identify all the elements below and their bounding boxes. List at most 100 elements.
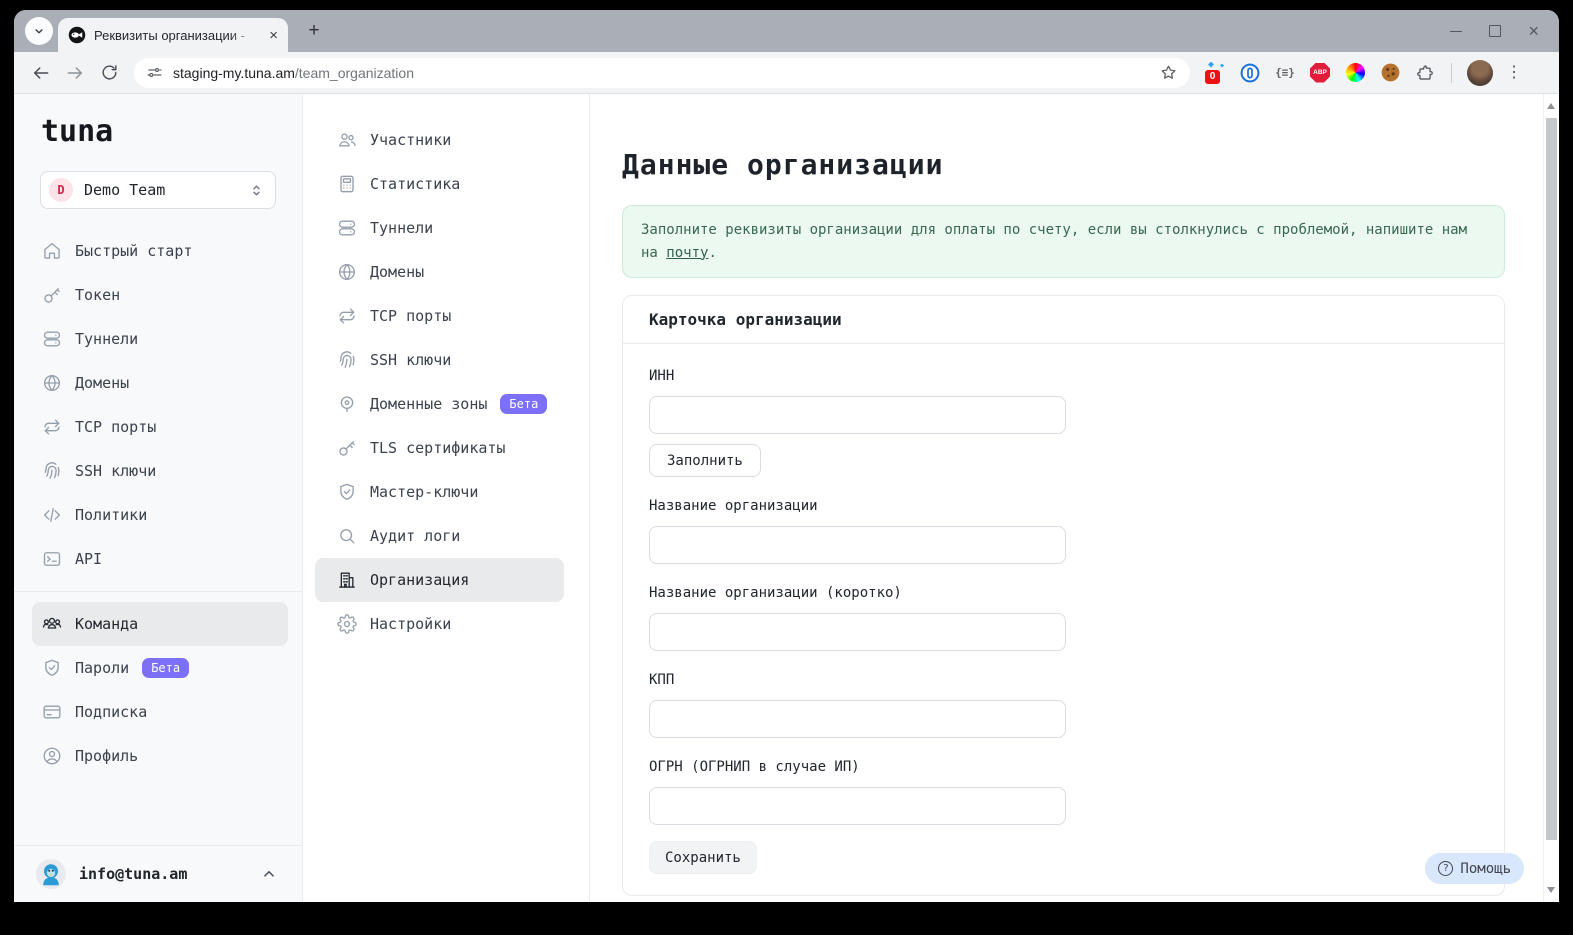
help-button[interactable]: ? Помощь <box>1425 853 1524 884</box>
chevron-up-icon <box>260 865 278 883</box>
team-menu-item-domain-zones[interactable]: Доменные зоныБета <box>315 382 564 426</box>
scrollbar-down-arrow[interactable] <box>1547 887 1555 893</box>
fingerprint-icon <box>337 350 357 370</box>
maximize-button[interactable] <box>1489 25 1501 37</box>
team-menu-item-members-label: Участники <box>370 131 451 149</box>
mail-link[interactable]: почту <box>666 245 708 261</box>
team-name: Demo Team <box>84 181 165 199</box>
team-menu-item-domains[interactable]: Домены <box>315 250 564 294</box>
team-selector[interactable]: D Demo Team <box>40 171 276 209</box>
field-label-org-name-short: Название организации (коротко) <box>649 585 1478 601</box>
sidebar-item-profile[interactable]: Профиль <box>32 734 288 778</box>
ublock-extension-icon[interactable]: 0 <box>1204 62 1226 84</box>
browser-toolbar: staging-my.tuna.am/team_organization 0 {… <box>14 52 1559 94</box>
team-menu-item-tcp-ports[interactable]: TCP порты <box>315 294 564 338</box>
shield-icon <box>337 482 357 502</box>
user-account-row[interactable]: info@tuna.am <box>14 845 302 902</box>
tuna-logo: tuna <box>41 114 302 149</box>
tab-title: Реквизиты организации - t <box>94 28 246 43</box>
sidebar-item-api[interactable]: API <box>32 537 288 581</box>
team-menu-item-audit-logs[interactable]: Аудит логи <box>315 514 564 558</box>
team-menu-item-tunnels[interactable]: Туннели <box>315 206 564 250</box>
sidebar-item-profile-label: Профиль <box>75 747 138 765</box>
ublock-badge: 0 <box>1205 70 1220 84</box>
org-name-input[interactable] <box>649 526 1066 564</box>
sidebar-item-subscription-label: Подписка <box>75 703 147 721</box>
extensions-menu-button[interactable] <box>1414 62 1436 84</box>
team-menu-item-tunnels-label: Туннели <box>370 219 433 237</box>
globe-icon <box>42 373 62 393</box>
sidebar-item-subscription[interactable]: Подписка <box>32 690 288 734</box>
inn-input[interactable] <box>649 396 1066 434</box>
sidebar-item-token[interactable]: Токен <box>32 273 288 317</box>
braces-label: {≡} <box>1275 66 1295 79</box>
card-body: ИНН Заполнить Название организации Название… <box>623 344 1504 895</box>
url-text: staging-my.tuna.am/team_organization <box>173 65 414 81</box>
sidebar-item-quick-start-label: Быстрый старт <box>75 242 192 260</box>
braces-extension-icon[interactable]: {≡} <box>1274 62 1296 84</box>
cookie-extension-icon[interactable] <box>1379 62 1401 84</box>
sidebar-item-domains[interactable]: Домены <box>32 361 288 405</box>
adblock-plus-extension-icon[interactable]: ABP <box>1309 62 1331 84</box>
key-icon <box>42 285 62 305</box>
globe-icon <box>337 262 357 282</box>
scrollbar-up-arrow[interactable] <box>1547 103 1555 109</box>
reload-button[interactable] <box>94 58 124 88</box>
bookmark-button[interactable] <box>1159 63 1178 82</box>
app-root: tuna D Demo Team Быстрый старт Токен Тунне… <box>14 94 1559 902</box>
question-circle-icon: ? <box>1438 861 1453 876</box>
team-menu-item-members[interactable]: Участники <box>315 118 564 162</box>
browser-menu-button[interactable]: ⋮ <box>1506 68 1520 77</box>
abp-badge: ABP <box>1310 63 1330 83</box>
onepassword-extension-icon[interactable] <box>1239 62 1261 84</box>
tuna-favicon <box>68 26 86 44</box>
help-label: Помощь <box>1460 861 1511 877</box>
color-wheel-extension-icon[interactable] <box>1344 62 1366 84</box>
new-tab-button[interactable]: + <box>302 19 326 43</box>
extensions-area: 0 {≡} ABP ⋮ <box>1204 60 1520 86</box>
browser-profile-avatar[interactable] <box>1467 60 1493 86</box>
sidebar-item-tunnels[interactable]: Туннели <box>32 317 288 361</box>
team-menu-item-settings[interactable]: Настройки <box>315 602 564 646</box>
close-window-button[interactable]: × <box>1528 22 1539 40</box>
url-bar[interactable]: staging-my.tuna.am/team_organization <box>134 58 1190 88</box>
minimize-button[interactable] <box>1450 31 1462 32</box>
search-icon <box>337 526 357 546</box>
field-label-org-name: Название организации <box>649 498 1478 514</box>
team-menu-item-statistics[interactable]: Статистика <box>315 162 564 206</box>
sidebar-item-ssh-keys[interactable]: SSH ключи <box>32 449 288 493</box>
team-menu-item-audit-logs-label: Аудит логи <box>370 527 460 545</box>
page-scrollbar[interactable] <box>1543 94 1559 902</box>
organization-card: Карточка организации ИННЗаполнитьНазвани… <box>622 295 1505 896</box>
reload-icon <box>100 63 119 82</box>
back-arrow-icon <box>31 63 51 83</box>
sidebar-item-quick-start[interactable]: Быстрый старт <box>32 229 288 273</box>
tab-close-icon[interactable]: × <box>269 28 278 43</box>
team-menu-item-master-keys[interactable]: Мастер-ключи <box>315 470 564 514</box>
fill-button[interactable]: Заполнить <box>649 444 761 477</box>
field-label-inn: ИНН <box>649 368 1478 384</box>
team-menu-item-statistics-label: Статистика <box>370 175 460 193</box>
ogrn-input[interactable] <box>649 787 1066 825</box>
sidebar-item-passwords-label: Пароли <box>75 659 129 677</box>
org-name-short-input[interactable] <box>649 613 1066 651</box>
forward-button[interactable] <box>60 58 90 88</box>
team-menu-item-organization[interactable]: Организация <box>315 558 564 602</box>
sidebar-item-policies[interactable]: Политики <box>32 493 288 537</box>
back-button[interactable] <box>26 58 56 88</box>
tab-search-button[interactable] <box>25 17 53 45</box>
browser-tab[interactable]: Реквизиты организации - t × <box>58 18 288 52</box>
team-menu-item-tls-certificates[interactable]: TLS сертификаты <box>315 426 564 470</box>
save-button[interactable]: Сохранить <box>649 841 757 874</box>
site-controls-icon <box>146 64 163 81</box>
team-menu-item-ssh-keys[interactable]: SSH ключи <box>315 338 564 382</box>
kpp-input[interactable] <box>649 700 1066 738</box>
gear-icon <box>337 614 357 634</box>
sidebar-item-team[interactable]: Команда <box>32 602 288 646</box>
sidebar-item-policies-label: Политики <box>75 506 147 524</box>
sidebar-item-tunnels-label: Туннели <box>75 330 138 348</box>
sidebar-item-tcp-ports[interactable]: TCP порты <box>32 405 288 449</box>
sidebar-item-passwords[interactable]: ПаролиБета <box>32 646 288 690</box>
scrollbar-thumb[interactable] <box>1546 118 1557 840</box>
color-wheel-icon <box>1346 63 1365 82</box>
